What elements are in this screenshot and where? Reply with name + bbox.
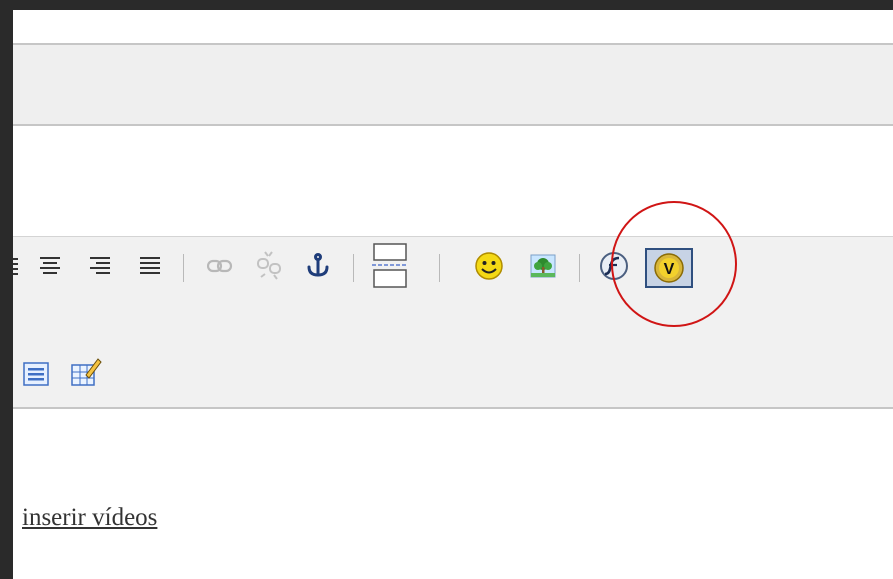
toolbar-row-2 bbox=[13, 356, 893, 396]
window-top-border bbox=[0, 0, 893, 10]
grey-panel bbox=[13, 45, 893, 126]
highlight-circle bbox=[611, 201, 737, 327]
top-bar bbox=[13, 10, 893, 45]
toolbar-separator bbox=[353, 254, 354, 282]
align-justify-icon[interactable] bbox=[135, 248, 165, 284]
white-panel bbox=[13, 126, 893, 237]
editor-window: V inserir vídeos bbox=[0, 0, 893, 579]
bottom-strip bbox=[13, 565, 893, 579]
unlink-icon[interactable] bbox=[251, 248, 287, 284]
insert-videos-link[interactable]: inserir vídeos bbox=[22, 504, 157, 532]
form-list-icon[interactable] bbox=[19, 356, 53, 392]
align-right-icon[interactable] bbox=[85, 248, 115, 284]
toolbar-separator bbox=[579, 254, 580, 282]
anchor-icon[interactable] bbox=[301, 248, 335, 284]
link-icon[interactable] bbox=[203, 248, 237, 284]
toolbar-separator bbox=[183, 254, 184, 282]
toolbar-row-1: V bbox=[13, 243, 893, 288]
toolbar-separator bbox=[439, 254, 440, 282]
align-left-icon[interactable] bbox=[13, 248, 21, 284]
editor-content-area[interactable] bbox=[13, 409, 893, 565]
smiley-icon[interactable] bbox=[471, 248, 507, 284]
image-icon[interactable] bbox=[525, 248, 561, 284]
window-left-border bbox=[0, 0, 13, 579]
table-edit-icon[interactable] bbox=[65, 350, 105, 392]
align-center-icon[interactable] bbox=[35, 248, 65, 284]
page-break-icon[interactable] bbox=[365, 242, 415, 288]
